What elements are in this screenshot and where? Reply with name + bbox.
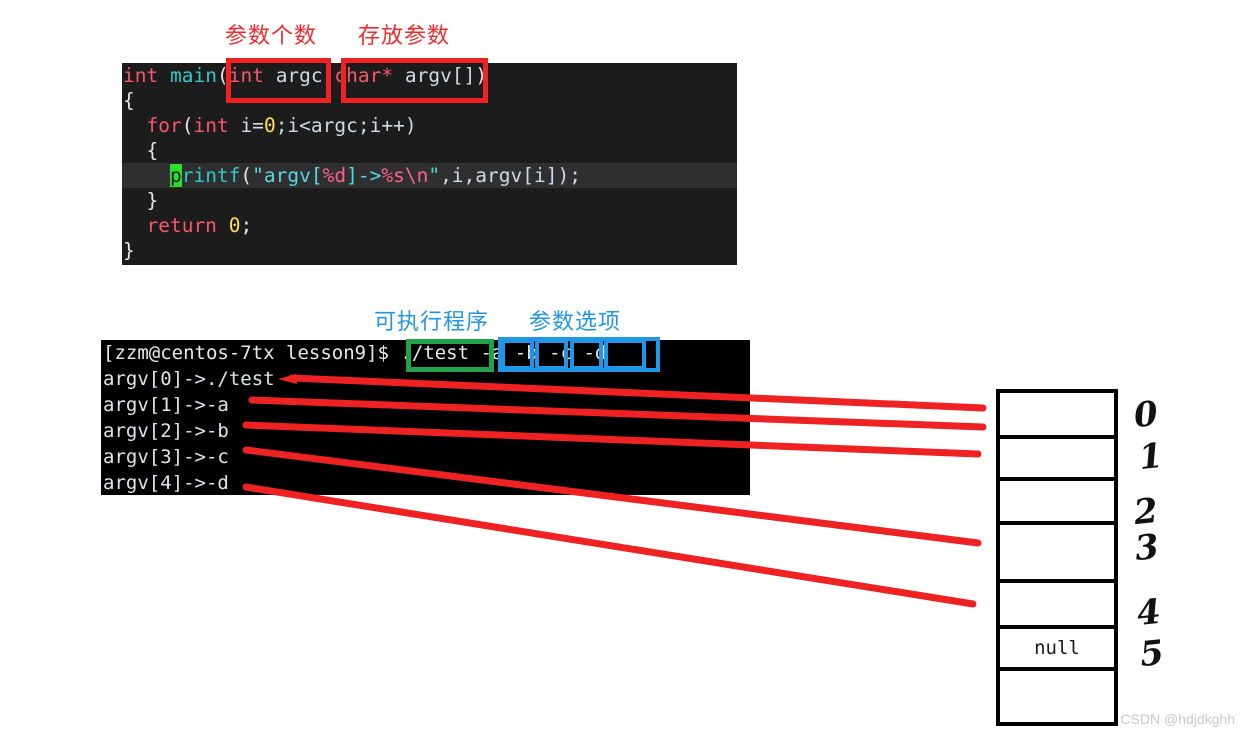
terminal-prompt: [zzm@centos-7tx lesson9]$	[103, 342, 401, 364]
code-token: int	[123, 64, 159, 87]
code-token: 0	[263, 114, 276, 137]
code-token: argv[]	[404, 64, 476, 87]
argv-array-table: null	[996, 389, 1118, 726]
terminal-output-line: argv[1]->-a	[103, 394, 229, 416]
code-line-signature: int main(int argc,char* argv[])	[122, 63, 737, 88]
annotation-label-program: 可执行程序	[374, 310, 490, 335]
code-token: {	[123, 89, 135, 112]
diagram-canvas: 参数个数 存放参数 int main(int argc,char* argv[]…	[0, 0, 1243, 733]
terminal-command-line: [zzm@centos-7tx lesson9]$ ./test -a -b -…	[101, 340, 750, 366]
code-line-return: return 0;	[122, 213, 737, 238]
hand-index-3: 3	[1132, 526, 1161, 570]
array-cell	[996, 389, 1118, 439]
code-token: main	[169, 64, 217, 87]
terminal-output-line: argv[4]->-d	[103, 472, 229, 494]
code-token: int	[228, 64, 264, 87]
code-token: p	[169, 164, 182, 187]
code-token: ]->	[346, 164, 382, 187]
code-token: *	[381, 64, 394, 87]
code-line-loop-close-brace: }	[122, 188, 737, 213]
annotation-label-options: 参数选项	[529, 310, 622, 335]
code-token: {	[123, 139, 159, 162]
code-token: "argv[	[252, 164, 323, 187]
array-cell	[996, 521, 1118, 583]
terminal-output-line: argv[2]->-b	[103, 420, 229, 442]
code-token: int	[193, 114, 229, 137]
watermark: CSDN @hdjdkghh	[1120, 711, 1235, 727]
terminal-command: ./test -a -b -c -d	[400, 342, 607, 364]
hand-index-1: 1	[1136, 435, 1165, 479]
array-cell	[996, 477, 1118, 525]
arrow-argv4	[242, 483, 977, 608]
array-cell	[996, 435, 1118, 481]
hand-index-0: 0	[1131, 393, 1160, 437]
code-token: %d	[322, 164, 347, 187]
code-token: %s	[381, 164, 405, 187]
array-cell: null	[996, 625, 1118, 671]
code-token: ,	[322, 64, 335, 87]
code-token: ,i,argv[i]);	[440, 164, 581, 187]
code-line-loop-open-brace: {	[122, 138, 737, 163]
code-token: ;	[240, 214, 253, 237]
hand-index-5: 5	[1137, 632, 1166, 676]
code-token: (	[240, 164, 253, 187]
array-cell	[996, 667, 1118, 726]
annotation-label-argv: 存放参数	[358, 24, 451, 49]
code-token: for	[146, 114, 182, 137]
terminal-output-line: argv[3]->-c	[103, 446, 229, 468]
terminal-output-line: argv[0]->./test	[103, 368, 275, 390]
terminal-window: [zzm@centos-7tx lesson9]$ ./test -a -b -…	[101, 340, 750, 495]
code-token: "	[428, 164, 441, 187]
code-token: 0	[228, 214, 241, 237]
code-token: (	[181, 114, 194, 137]
code-line-for-loop: for(int i=0;i<argc;i++)	[122, 113, 737, 138]
annotation-label-argc: 参数个数	[225, 24, 318, 49]
code-snippet-main: int main(int argc,char* argv[]){ for(int…	[122, 63, 737, 265]
hand-index-4: 4	[1134, 591, 1163, 635]
array-cell-value: null	[1034, 637, 1080, 659]
code-token: return	[146, 214, 217, 237]
code-line-printf: printf("argv[%d]->%s\n",i,argv[i]);	[122, 163, 737, 188]
code-token: char	[334, 64, 382, 87]
code-token: }	[123, 239, 135, 262]
code-token: rintf	[181, 164, 241, 187]
code-line-open-brace: {	[122, 88, 737, 113]
code-line-close-brace: }	[122, 238, 737, 263]
code-token: )	[475, 64, 488, 87]
code-token: (	[216, 64, 229, 87]
code-token: \n	[404, 164, 429, 187]
code-token: }	[123, 189, 159, 212]
array-cell	[996, 579, 1118, 629]
code-token: ;i<argc;i++)	[275, 114, 417, 137]
code-token: i=	[228, 114, 264, 137]
code-token: argc	[275, 64, 323, 87]
